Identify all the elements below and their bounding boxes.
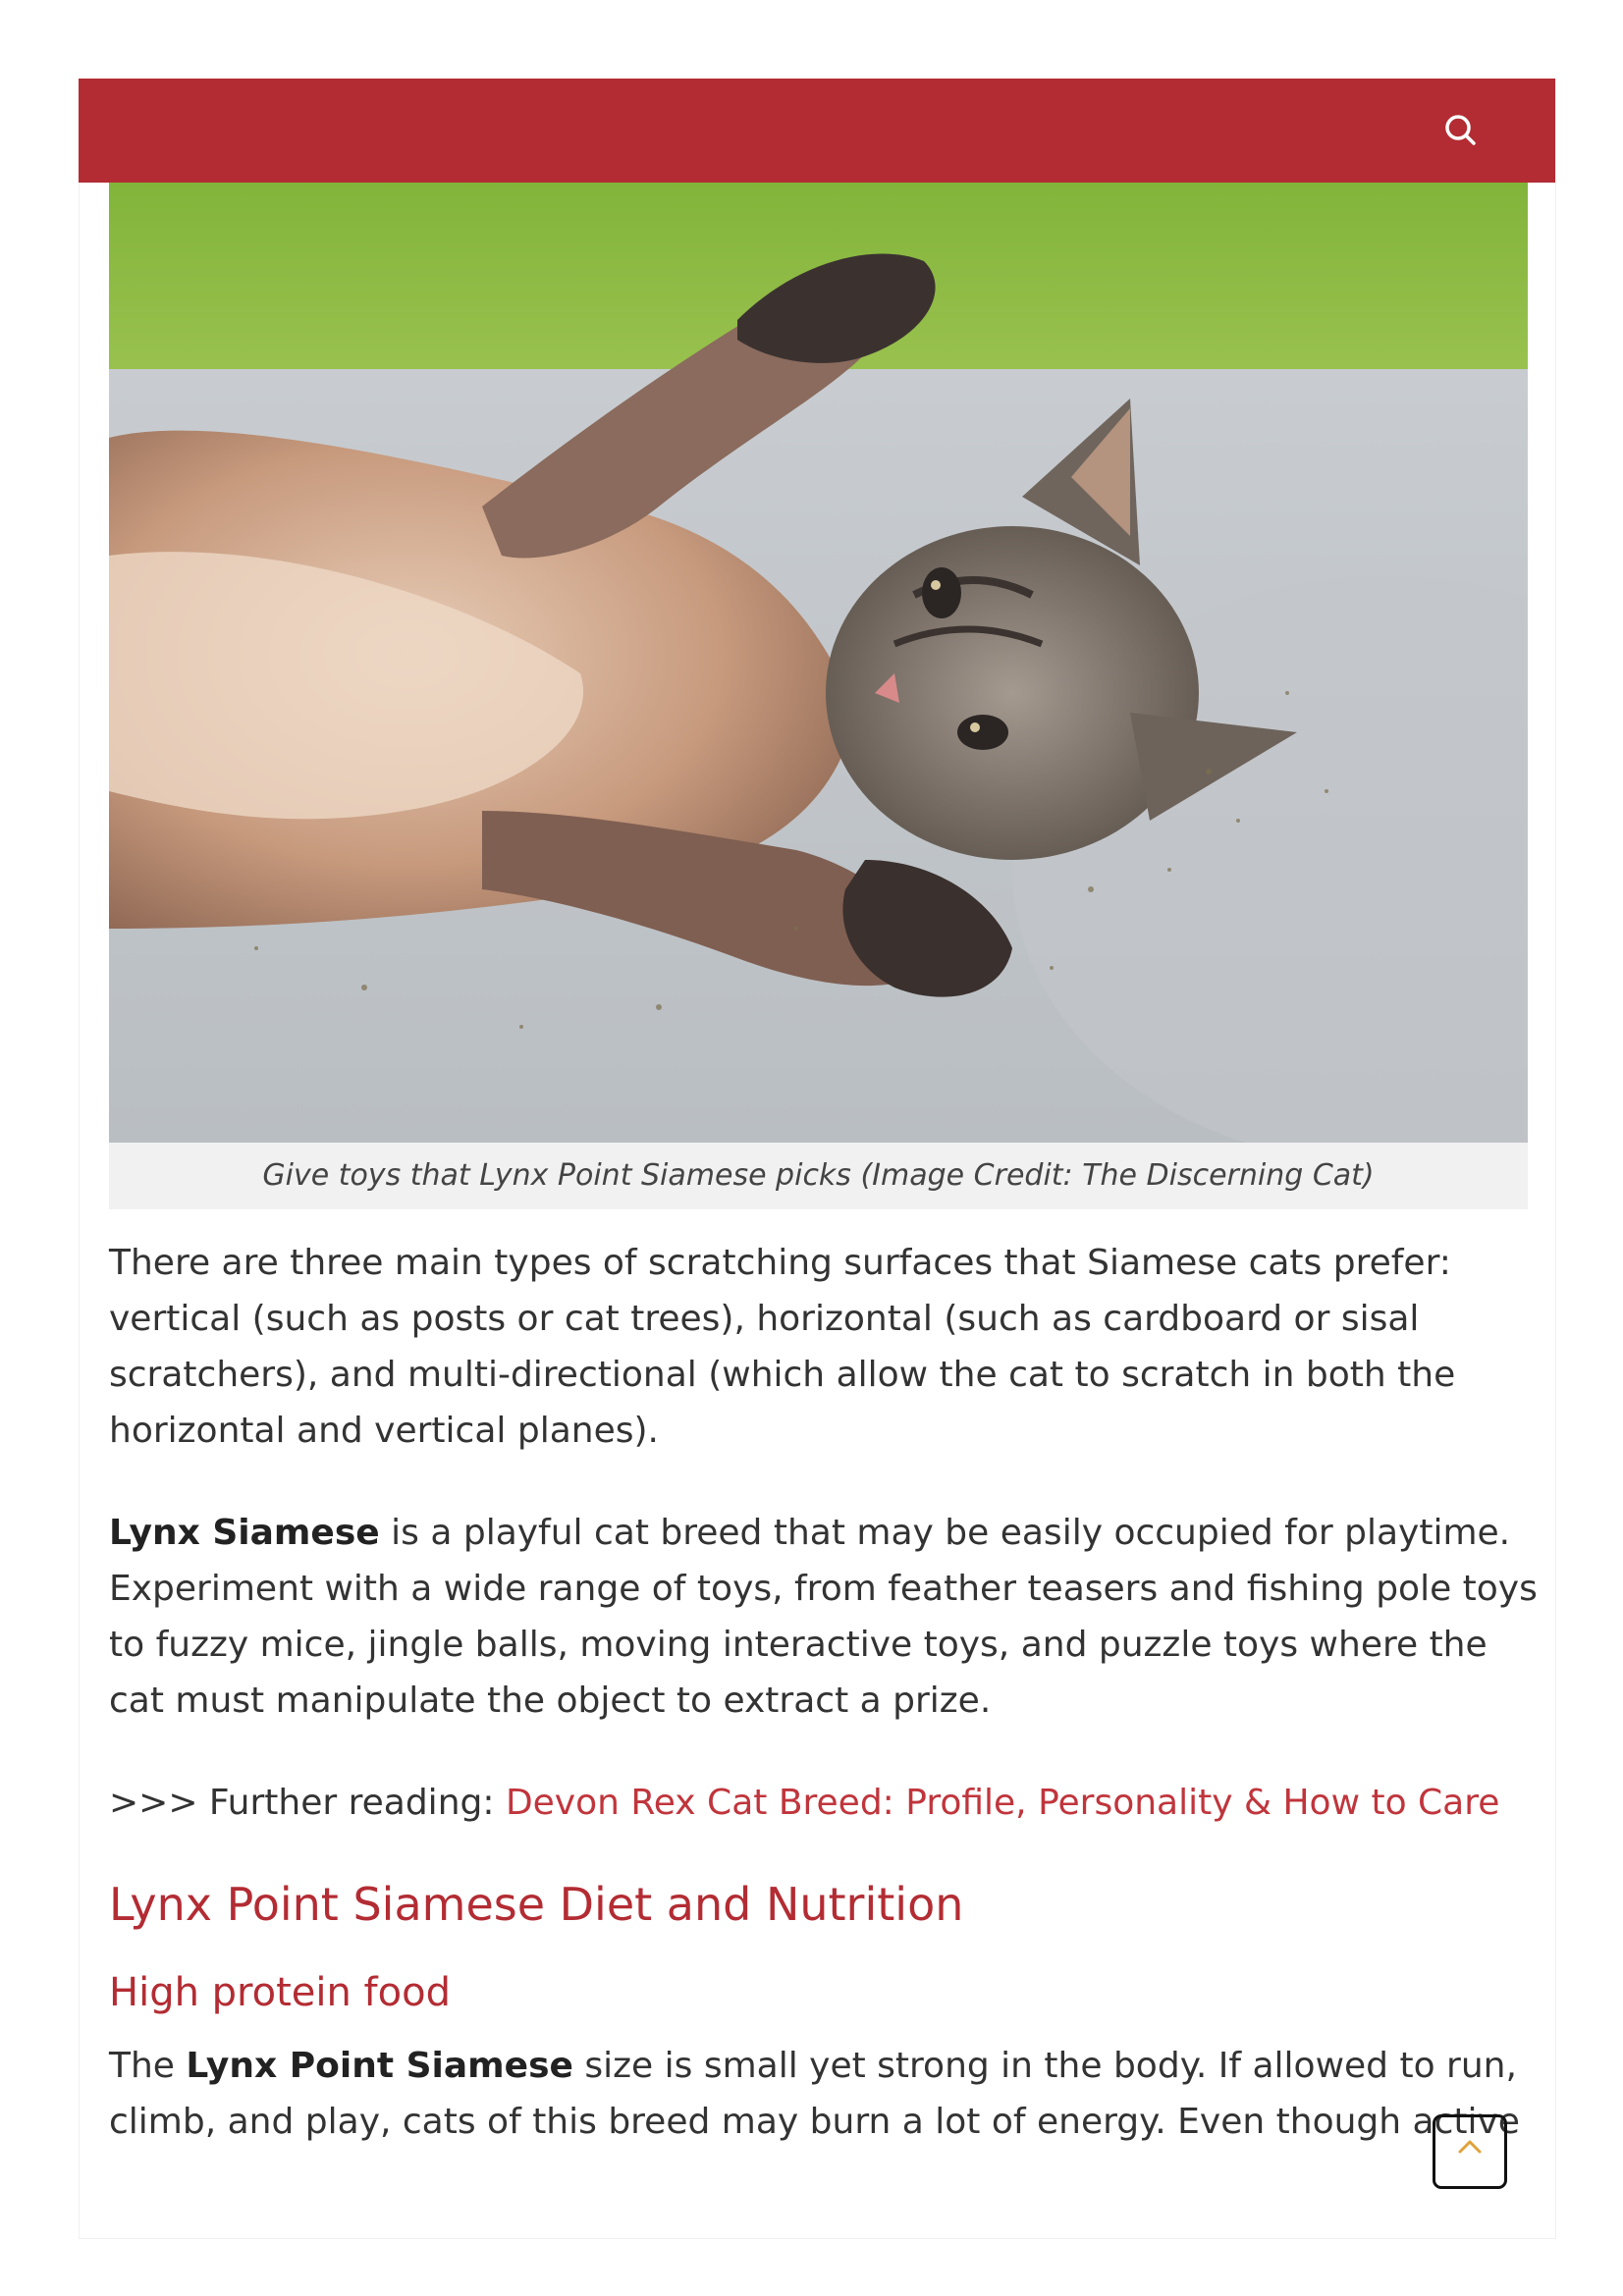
further-reading-link[interactable]: Devon Rex Cat Breed: Profile, Personalit…: [506, 1783, 1499, 1823]
breed-name-bold: Lynx Siamese: [109, 1513, 380, 1553]
image-caption: Give toys that Lynx Point Siamese picks …: [109, 1143, 1528, 1209]
article-body: There are three main types of scratching…: [109, 1235, 1542, 2150]
further-reading-prefix: >>> Further reading:: [109, 1783, 506, 1823]
cat-image: [109, 183, 1528, 1143]
paragraph-protein: The Lynx Point Siamese size is small yet…: [109, 2038, 1542, 2150]
paragraph-scratching: There are three main types of scratching…: [109, 1243, 1456, 1451]
search-button[interactable]: [1437, 107, 1485, 154]
search-icon: [1445, 115, 1476, 145]
breed-name-bold-2: Lynx Point Siamese: [186, 2046, 573, 2086]
site-header: [79, 79, 1555, 183]
further-reading: >>> Further reading: Devon Rex Cat Breed…: [109, 1775, 1542, 1831]
paragraph-toys: Lynx Siamese is a playful cat breed that…: [109, 1505, 1542, 1729]
scroll-to-top-button[interactable]: [1433, 2114, 1507, 2189]
section-heading-diet: Lynx Point Siamese Diet and Nutrition: [109, 1878, 964, 1931]
chevron-up-icon: [1458, 2140, 1482, 2154]
cat-photo: [109, 183, 1528, 1143]
subheading-protein: High protein food: [109, 1970, 451, 2015]
paragraph-protein-start: The: [109, 2046, 187, 2086]
